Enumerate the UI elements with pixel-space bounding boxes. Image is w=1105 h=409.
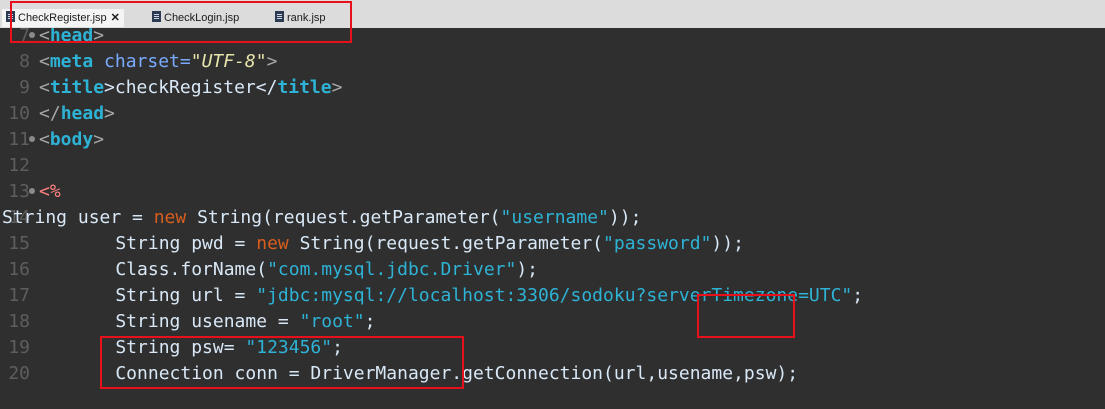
line-number: 16: [8, 259, 30, 280]
jsp-file-icon: [275, 11, 284, 22]
fold-marker-icon[interactable]: [29, 32, 35, 38]
tab-label: rank.jsp: [287, 12, 326, 24]
line-number: 15: [8, 233, 30, 254]
code-line: 10 </head>: [0, 101, 1105, 127]
close-tab-icon[interactable]: ✕: [111, 12, 120, 24]
code-line: 20 Connection conn = DriverManager.getCo…: [0, 361, 1105, 387]
code-line: 16 Class.forName("com.mysql.jdbc.Driver"…: [0, 257, 1105, 283]
line-number: 18: [8, 311, 30, 332]
line-number: 9: [19, 77, 30, 98]
code-editor[interactable]: 7 <head> 8 <meta charset="UTF-8"> 9 <title>…: [0, 28, 1105, 409]
tab-label: CheckRegister.jsp: [18, 12, 107, 24]
tab-rank[interactable]: rank.jsp: [275, 9, 326, 27]
line-number: 7: [19, 28, 30, 46]
line-number: 11: [8, 129, 30, 150]
code-line: 13 <%: [0, 179, 1105, 205]
line-number: 20: [8, 363, 30, 384]
code-line: 14 String user = new String(request.getPa…: [0, 205, 1105, 231]
tab-checkregister[interactable]: CheckRegister.jsp ✕: [2, 9, 124, 27]
code-line: 12: [0, 153, 1105, 179]
code-line: 17 String url = "jdbc:mysql://localhost:…: [0, 283, 1105, 309]
code-line: 8 <meta charset="UTF-8">: [0, 49, 1105, 75]
code-line: 11 <body>: [0, 127, 1105, 153]
code-line: 18 String usename = "root";: [0, 309, 1105, 335]
line-number: 19: [8, 337, 30, 358]
line-number: 8: [19, 51, 30, 72]
fold-marker-icon[interactable]: [29, 188, 35, 194]
code-line: 15 String pwd = new String(request.getPa…: [0, 231, 1105, 257]
line-number: 10: [8, 103, 30, 124]
fold-marker-icon[interactable]: [29, 136, 35, 142]
code-line: 19 String psw= "123456";: [0, 335, 1105, 361]
tab-checklogin[interactable]: CheckLogin.jsp: [152, 9, 239, 27]
code-line: 9 <title>checkRegister</title>: [0, 75, 1105, 101]
editor-tab-bar: CheckRegister.jsp ✕ CheckLogin.jsp rank.j…: [0, 0, 1105, 29]
jsp-file-icon: [6, 11, 15, 22]
line-number: 17: [8, 285, 30, 306]
line-number: 13: [8, 181, 30, 202]
jsp-file-icon: [152, 11, 161, 22]
tab-label: CheckLogin.jsp: [164, 12, 240, 24]
code-line: 7 <head>: [0, 28, 1105, 49]
line-number: 12: [8, 155, 30, 176]
